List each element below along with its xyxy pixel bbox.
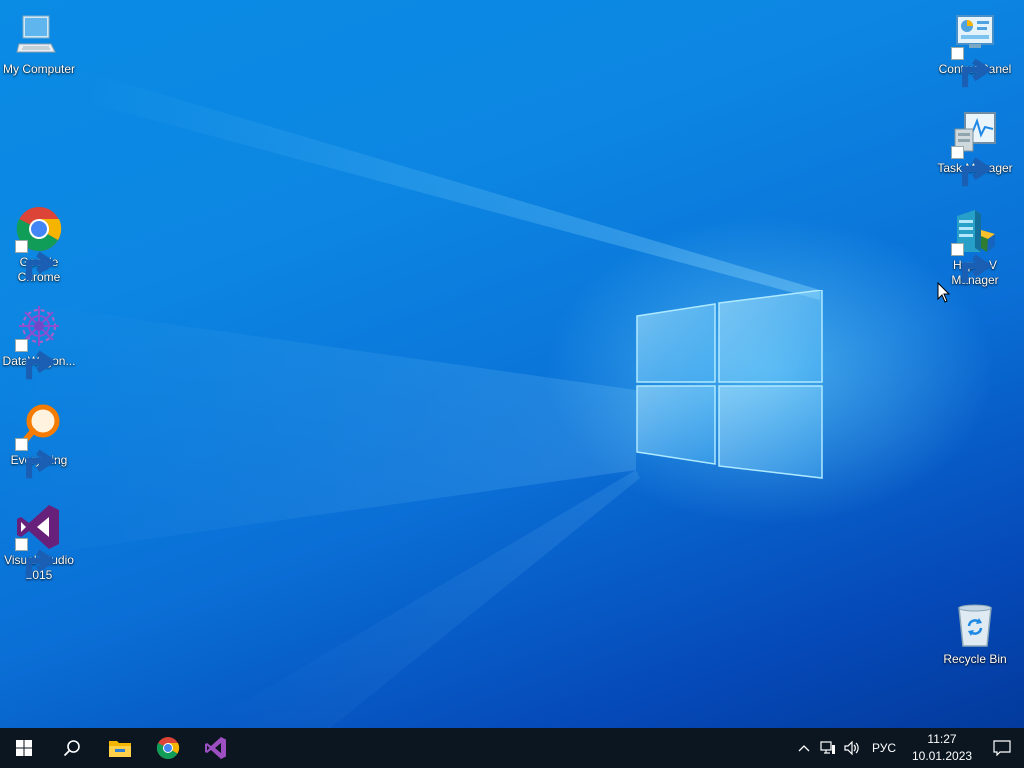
network-icon (820, 741, 835, 754)
wallpaper-light-beams (0, 70, 820, 728)
desktop-icon-visual-studio-2015[interactable]: Visual Studio 2015 (0, 503, 78, 583)
chrome-icon (15, 205, 63, 281)
desktop-icon-label: My Computer (2, 62, 76, 76)
shortcut-arrow-icon (15, 538, 57, 579)
desktop-icon-everything[interactable]: Everything (0, 403, 78, 479)
desktop-icon-recycle-bin[interactable]: Recycle Bin (936, 602, 1014, 667)
desktop-icon-task-manager[interactable]: Task Manager (936, 111, 1014, 187)
desktop-icon-my-computer[interactable]: My Computer (0, 12, 78, 77)
clock-date: 10.01.2023 (912, 749, 973, 763)
chrome-icon (156, 737, 180, 759)
taskbar-file-explorer[interactable] (96, 728, 144, 768)
taskbar-visual-studio[interactable] (192, 728, 240, 768)
desktop-icon-datawagon[interactable]: DataWagon... (0, 304, 78, 380)
desktop-icon-hyper-v-manager[interactable]: Hyper-V Manager (936, 208, 1014, 288)
visual-studio-icon (205, 737, 226, 759)
visual-studio-icon (15, 503, 63, 579)
desktop[interactable]: My Computer Google Chrome DataWagon... E… (0, 0, 1024, 728)
everything-search-icon (15, 403, 63, 479)
shortcut-arrow-icon (15, 438, 57, 479)
file-explorer-icon (109, 741, 131, 757)
task-manager-icon (951, 111, 999, 187)
action-center-icon (993, 740, 1011, 756)
search-button[interactable] (48, 728, 96, 768)
computer-icon (15, 12, 63, 60)
taskbar: РУС 11:27 10.01.2023 (0, 728, 1024, 768)
mouse-cursor-icon (937, 282, 951, 303)
desktop-icon-label: Recycle Bin (943, 652, 1007, 666)
start-button[interactable] (0, 728, 48, 768)
windows-start-icon (16, 740, 32, 756)
shortcut-arrow-icon (951, 243, 993, 284)
shortcut-arrow-icon (15, 339, 57, 380)
network-button[interactable] (816, 728, 840, 768)
desktop-icon-google-chrome[interactable]: Google Chrome (0, 205, 78, 285)
desktop-icon-control-panel[interactable]: Control Panel (936, 12, 1014, 88)
shortcut-arrow-icon (15, 240, 57, 281)
hyper-v-manager-icon (951, 208, 999, 284)
datawagon-icon (15, 304, 63, 380)
shortcut-arrow-icon (951, 47, 993, 88)
action-center-button[interactable] (980, 728, 1024, 768)
clock[interactable]: 11:27 10.01.2023 (904, 731, 980, 765)
chevron-up-icon (798, 745, 810, 752)
clock-time: 11:27 (927, 732, 957, 746)
control-panel-icon (951, 12, 999, 88)
input-language-indicator[interactable]: РУС (864, 741, 904, 755)
system-tray: РУС 11:27 10.01.2023 (792, 728, 1024, 768)
recycle-bin-icon (951, 602, 999, 650)
windows-logo-wallpaper (636, 290, 823, 479)
shortcut-arrow-icon (951, 146, 993, 187)
search-icon (63, 740, 80, 757)
taskbar-chrome[interactable] (144, 728, 192, 768)
volume-button[interactable] (840, 728, 864, 768)
volume-icon (844, 741, 859, 755)
show-hidden-icons-button[interactable] (792, 728, 816, 768)
